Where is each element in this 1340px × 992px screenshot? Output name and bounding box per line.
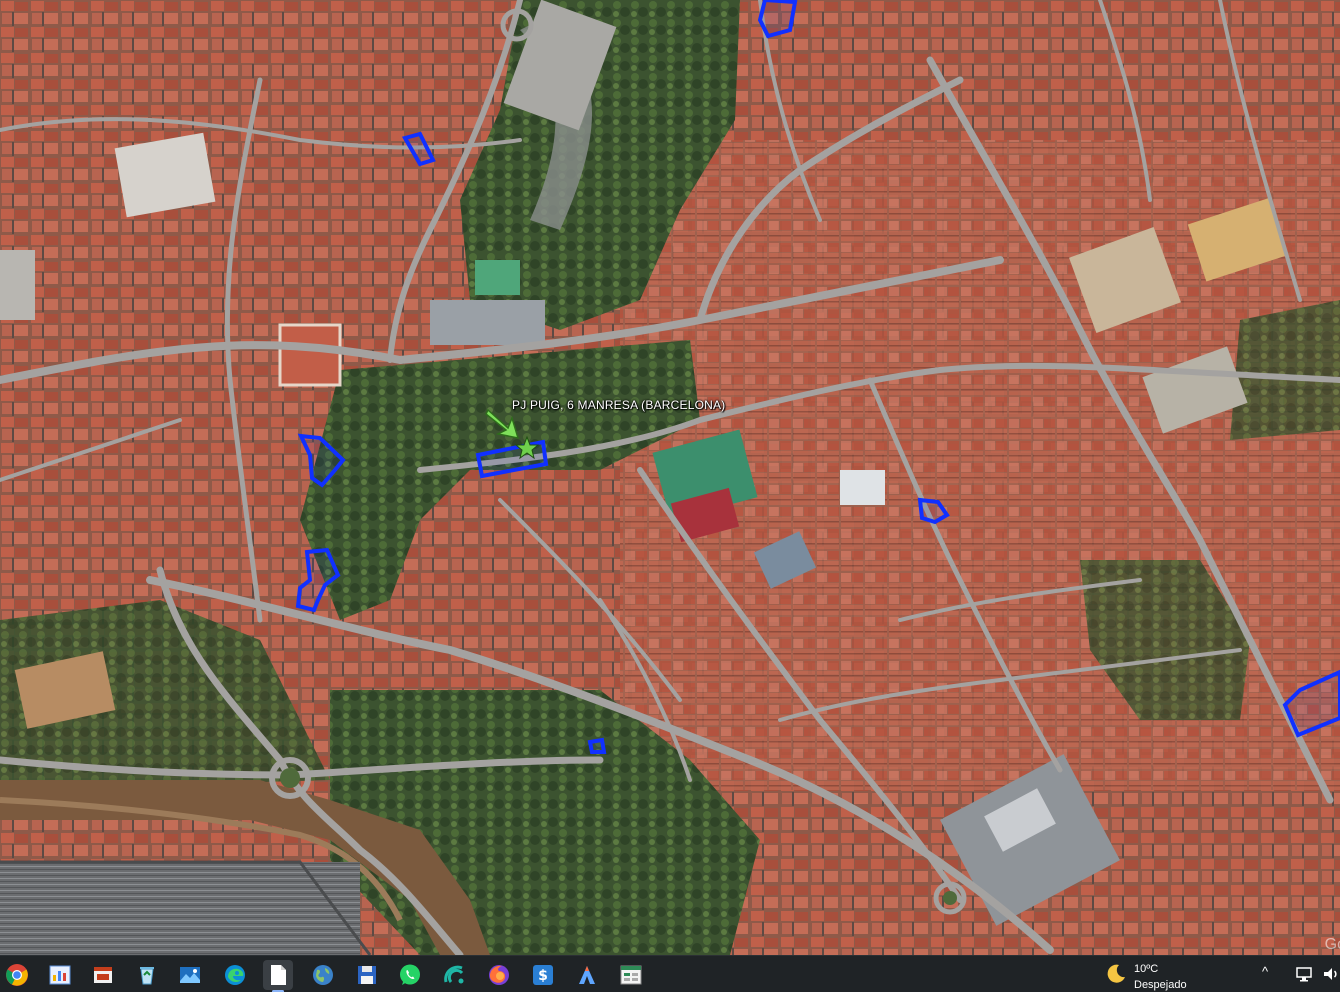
wifi-app-icon[interactable] bbox=[440, 960, 470, 990]
volume-icon[interactable] bbox=[1322, 965, 1340, 983]
recycle-icon[interactable] bbox=[132, 960, 162, 990]
weather-widget[interactable]: 10ºC Despejado bbox=[1102, 959, 1212, 991]
map-watermark: Go bbox=[1324, 936, 1340, 953]
parcel-outline bbox=[587, 737, 607, 754]
weather-temperature: 10ºC bbox=[1134, 963, 1159, 975]
network-icon[interactable] bbox=[1295, 965, 1313, 983]
svg-text:$: $ bbox=[538, 968, 548, 984]
weather-condition: Despejado bbox=[1134, 979, 1187, 991]
photos-icon[interactable] bbox=[175, 960, 205, 990]
tray-chevron-icon[interactable]: ^ bbox=[1262, 964, 1268, 979]
satellite-map[interactable]: PJ PUIG, 6 MANRESA (BARCELONA) Go bbox=[0, 0, 1340, 955]
chrome-icon[interactable] bbox=[2, 960, 32, 990]
satellite-imagery bbox=[0, 0, 1340, 955]
earth-icon[interactable] bbox=[308, 960, 338, 990]
taskbar: $ 10ºC Despejado ^ bbox=[0, 955, 1340, 992]
save-icon[interactable] bbox=[352, 960, 382, 990]
placemark-label[interactable]: PJ PUIG, 6 MANRESA (BARCELONA) bbox=[512, 398, 725, 412]
spreadsheet-icon[interactable] bbox=[616, 960, 646, 990]
app-chart-icon[interactable] bbox=[45, 960, 75, 990]
file-icon[interactable] bbox=[263, 960, 293, 992]
parcel-outline bbox=[757, 0, 798, 39]
dollar-app-icon[interactable]: $ bbox=[528, 960, 558, 990]
arrow-app-icon[interactable] bbox=[572, 960, 602, 990]
firefox-icon[interactable] bbox=[484, 960, 514, 990]
powerpoint-icon[interactable] bbox=[88, 960, 118, 990]
moon-icon bbox=[1107, 964, 1125, 983]
whatsapp-icon[interactable] bbox=[395, 960, 425, 990]
edge-icon[interactable] bbox=[220, 960, 250, 990]
